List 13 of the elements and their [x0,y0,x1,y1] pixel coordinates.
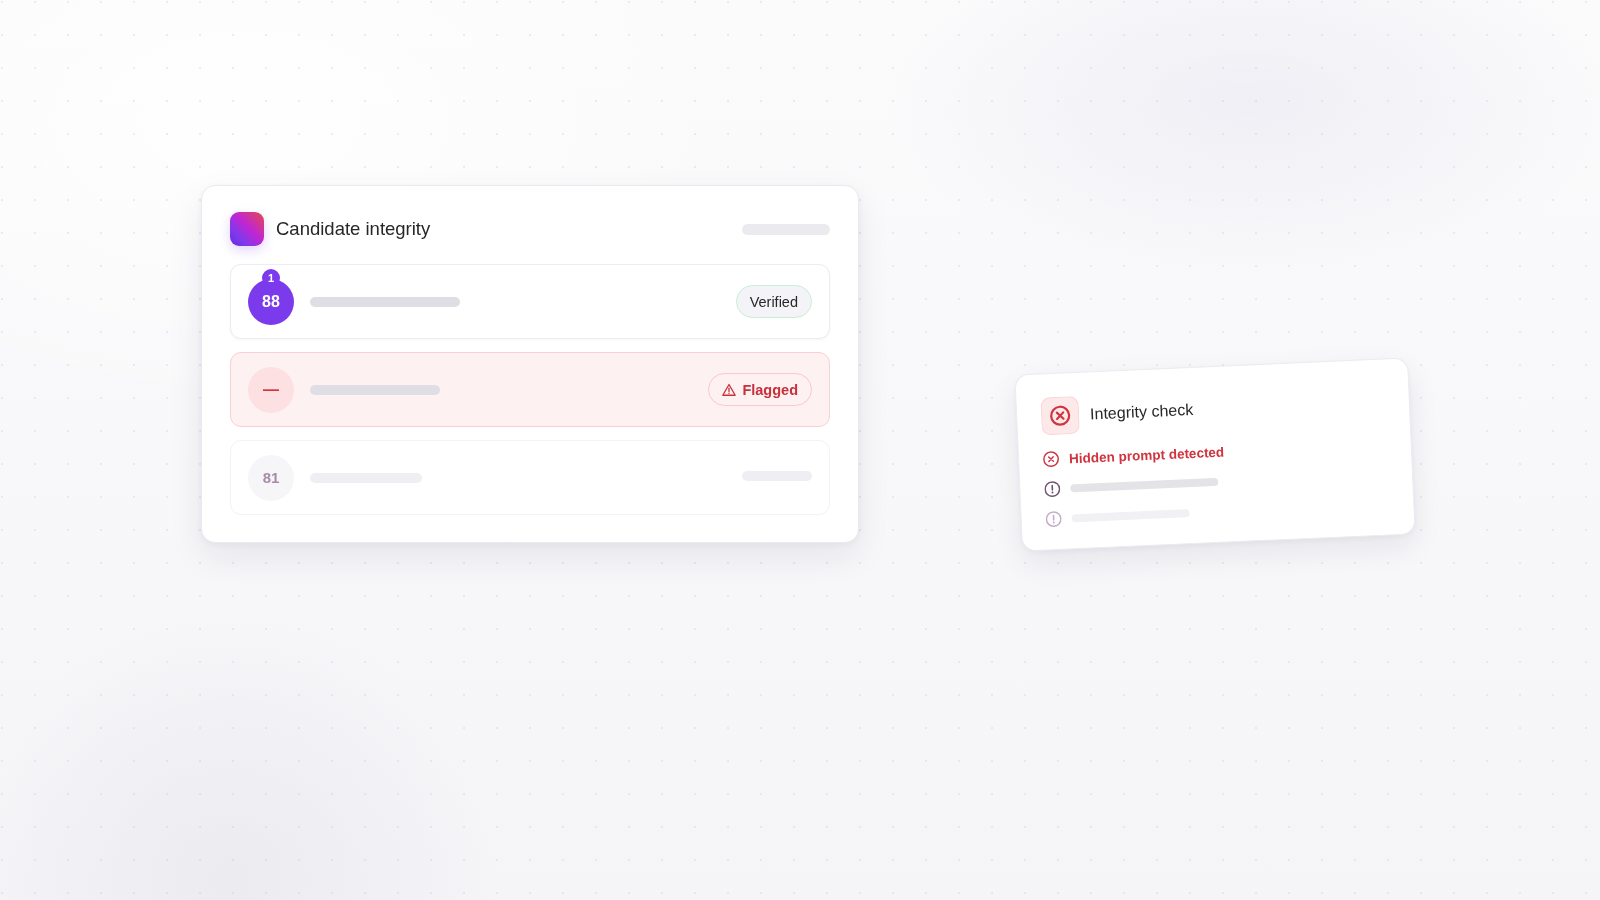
alert-icon [1044,480,1061,498]
logo-icon [230,212,264,246]
status-label: Flagged [742,381,798,398]
alert-icon [1045,510,1062,528]
finding-text: Hidden prompt detected [1068,444,1225,466]
error-icon [1042,450,1060,468]
panel-title: Integrity check [1089,400,1194,424]
card-title: Candidate integrity [276,218,431,240]
score-circle: 81 [248,454,294,501]
error-icon [1040,395,1080,436]
warning-icon [722,382,737,397]
score-circle: — [248,366,294,413]
status-pill: Verified [735,285,812,318]
